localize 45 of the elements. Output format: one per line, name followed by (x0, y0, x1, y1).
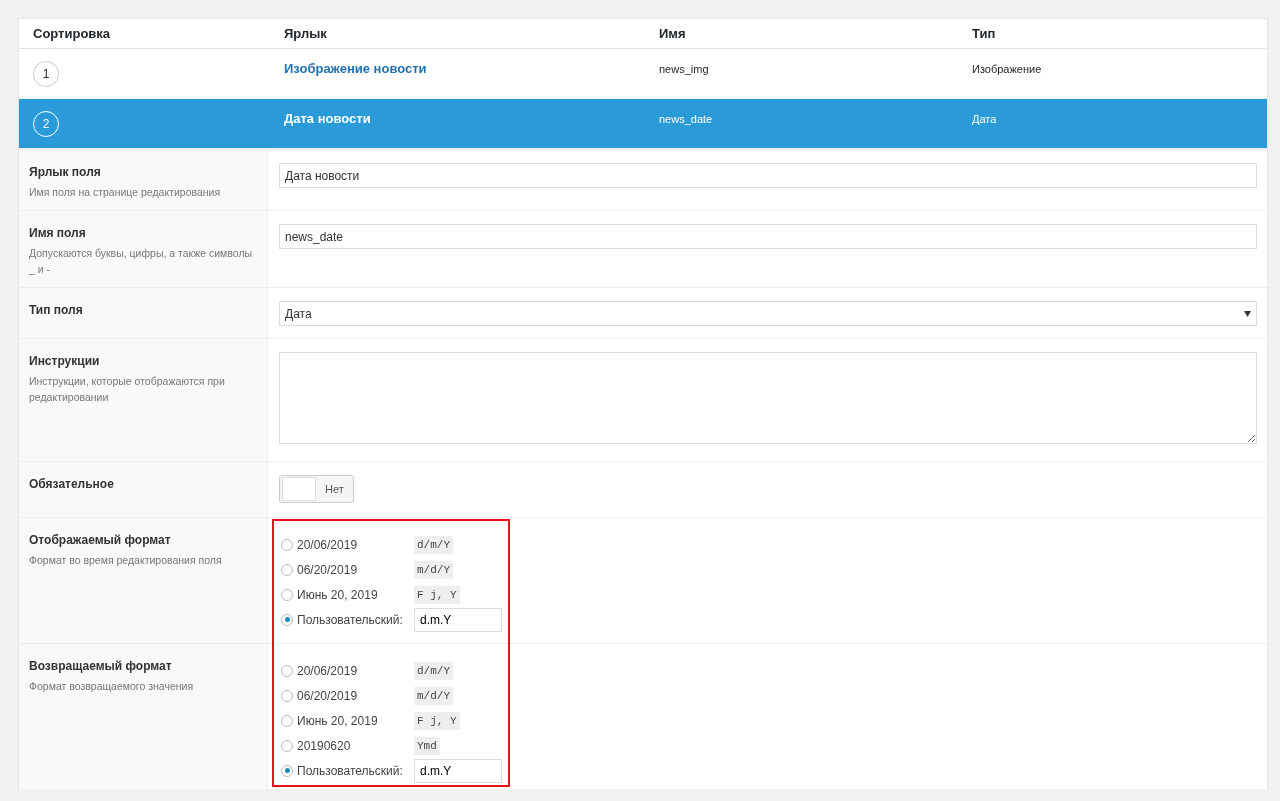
radio-label[interactable]: 06/20/2019 (297, 688, 414, 703)
setting-label: Возвращаемый формат (29, 659, 173, 673)
radio-label[interactable]: Июнь 20, 2019 (297, 587, 414, 602)
custom-format-input[interactable]: d.m.Y (414, 758, 502, 783)
instructions-textarea[interactable] (279, 352, 1257, 444)
format-code: d/m/Y (414, 535, 453, 554)
field-type: Дата (972, 113, 997, 125)
type-select[interactable]: Дата (279, 301, 1257, 326)
setting-hint: Допускаются буквы, цифры, а также символы _ и - (29, 246, 254, 277)
radio-label[interactable]: Пользовательский: (297, 763, 414, 778)
setting-label: Обязательное (29, 477, 115, 491)
setting-hint: Инструкции, которые отображаются при редактировании (29, 374, 226, 405)
dropdown-caret-icon (1244, 310, 1251, 317)
format-code: m/d/Y (414, 686, 453, 705)
field-name: news_date (659, 113, 713, 125)
column-header: Сортировка (33, 26, 111, 41)
setting-label: Отображаемый формат (29, 533, 172, 547)
text-input[interactable]: news_date (279, 224, 1257, 249)
field-type: Изображение (972, 63, 1042, 75)
radio-label[interactable]: Июнь 20, 2019 (297, 713, 414, 728)
format-code: d/m/Y (414, 661, 453, 680)
setting-label: Ярлык поля (29, 165, 102, 179)
required-toggle[interactable]: Нет (279, 475, 354, 503)
field-name: news_img (659, 63, 709, 75)
format-code: F j, Y (414, 585, 460, 604)
format-code: Ymd (414, 736, 440, 755)
field-label-link[interactable]: Изображение новости (284, 61, 427, 76)
column-header: Ярлык (284, 26, 327, 41)
setting-hint: Формат во время редактирования поля (29, 553, 223, 568)
setting-label: Тип поля (29, 303, 84, 317)
custom-format-input[interactable]: d.m.Y (414, 607, 502, 632)
setting-label: Инструкции (29, 354, 101, 368)
text-input[interactable]: Дата новости (279, 163, 1257, 188)
format-code: F j, Y (414, 711, 460, 730)
radio-label[interactable]: Пользовательский: (297, 612, 414, 627)
radio-label[interactable]: 06/20/2019 (297, 562, 414, 577)
radio-label[interactable]: 20/06/2019 (297, 663, 414, 678)
setting-label: Имя поля (29, 226, 87, 240)
format-code: m/d/Y (414, 560, 453, 579)
setting-hint: Формат возвращаемого значения (29, 679, 195, 694)
radio-label[interactable]: 20/06/2019 (297, 537, 414, 552)
column-header: Тип (972, 26, 996, 41)
column-header: Имя (659, 26, 686, 41)
radio-label[interactable]: 20190620 (297, 738, 414, 753)
setting-hint: Имя поля на странице редактирования (29, 185, 222, 200)
